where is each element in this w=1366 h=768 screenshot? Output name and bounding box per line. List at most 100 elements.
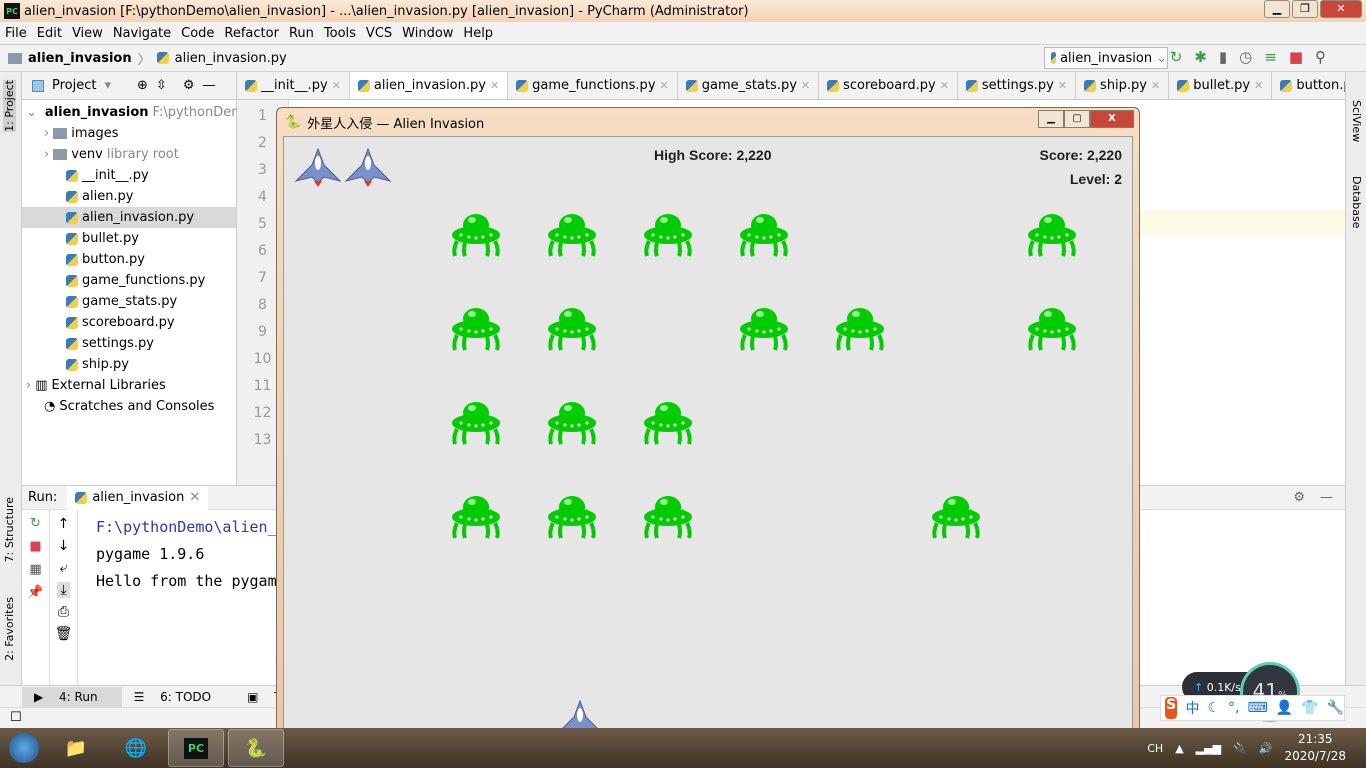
stop-icon[interactable]: ■ <box>1289 48 1303 66</box>
favorites-tool-tab[interactable]: 2: Favorites <box>3 597 16 661</box>
hide-icon[interactable]: — <box>202 78 215 93</box>
tab-game-functions-py[interactable]: game_functions.py ✕ <box>508 72 678 99</box>
wrench-icon[interactable]: 🔧 <box>1327 700 1344 716</box>
tree-item[interactable]: settings.py <box>22 333 236 354</box>
tree-item[interactable]: alien_invasion.py <box>22 207 236 228</box>
coverage-icon[interactable]: ▮ <box>1219 48 1227 66</box>
punctuation-icon[interactable]: °, <box>1228 700 1239 716</box>
hide-icon[interactable]: — <box>1320 490 1333 505</box>
tree-item[interactable]: scoreboard.py <box>22 312 236 333</box>
stop-icon[interactable]: ■ <box>29 539 41 554</box>
concurrency-icon[interactable]: ≡ <box>1264 48 1277 66</box>
collapse-icon[interactable]: ⇳ <box>156 78 167 93</box>
print-icon[interactable]: ⎙ <box>58 604 69 620</box>
maximize-button[interactable]: ❐ <box>1292 0 1318 18</box>
browser-icon[interactable]: 🌐 <box>108 729 164 767</box>
show-hidden-icons[interactable]: ▲ <box>1175 742 1183 755</box>
signal-icon[interactable]: ▂▄▆ <box>1196 742 1221 755</box>
up-icon[interactable]: ↑ <box>58 516 70 532</box>
scroll-to-end-icon[interactable]: ⤓ <box>57 582 70 598</box>
menu-tools[interactable]: Tools <box>319 26 361 41</box>
language-indicator[interactable]: CH <box>1147 742 1163 755</box>
trash-icon[interactable]: 🗑 <box>55 626 73 642</box>
database-tool-tab[interactable]: Database <box>1350 176 1363 229</box>
close-tab-icon[interactable]: ✕ <box>1151 79 1160 92</box>
project-tool-tab[interactable]: 1: Project <box>3 80 16 132</box>
debug-icon[interactable]: ✱ <box>1194 48 1207 66</box>
close-button[interactable]: ✕ <box>1320 0 1362 18</box>
skin-icon[interactable]: 👕 <box>1301 700 1318 716</box>
tree-item[interactable]: bullet.py <box>22 228 236 249</box>
menu-help[interactable]: Help <box>458 26 498 41</box>
tree-item[interactable]: › images <box>22 123 236 144</box>
run-tab[interactable]: alien_invasion ✕ <box>67 485 209 510</box>
menu-file[interactable]: File <box>0 26 32 41</box>
close-tab-icon[interactable]: ✕ <box>332 79 341 92</box>
todo-tool-tab[interactable]: ☰ 6: TODO <box>122 687 236 707</box>
tab---init---py[interactable]: __init__.py ✕ <box>237 72 350 99</box>
tree-item[interactable]: button.py <box>22 249 236 270</box>
scratches-and-consoles[interactable]: ◔ Scratches and Consoles <box>22 396 236 417</box>
breadcrumb-file[interactable]: alien_invasion.py <box>175 51 287 66</box>
game-window[interactable]: 🐍 外星人入侵 — Alien Invasion ▁ ▢ X High Score: … <box>276 107 1140 733</box>
rerun-icon[interactable]: ↻ <box>1170 48 1183 66</box>
tab-alien-invasion-py[interactable]: alien_invasion.py ✕ <box>349 72 509 99</box>
soft-wrap-icon[interactable]: ⤶ <box>60 560 68 576</box>
start-button[interactable] <box>4 729 44 767</box>
tree-item[interactable]: ship.py <box>22 354 236 375</box>
menu-edit[interactable]: Edit <box>32 26 67 41</box>
external-libraries[interactable]: › ▥ External Libraries <box>22 375 236 396</box>
menu-navigate[interactable]: Navigate <box>108 26 176 41</box>
clock[interactable]: 21:35 2020/7/28 <box>1284 731 1346 765</box>
tab-scoreboard-py[interactable]: scoreboard.py ✕ <box>819 72 958 99</box>
close-tab-icon[interactable]: ✕ <box>1254 79 1263 92</box>
close-tab-icon[interactable]: ✕ <box>940 79 949 92</box>
pin-icon[interactable]: 📌 <box>27 585 43 600</box>
gear-icon[interactable]: ⚙ <box>183 78 195 93</box>
menu-refactor[interactable]: Refactor <box>219 26 284 41</box>
game-minimize-button[interactable]: ▁ <box>1038 110 1064 128</box>
status-toggle-icon[interactable]: ☐ <box>10 710 22 725</box>
run-config-select[interactable]: alien_invasion ⌄ <box>1044 47 1168 69</box>
python-taskbar-icon[interactable]: 🐍 <box>228 729 284 767</box>
close-tab-icon[interactable]: ✕ <box>490 79 499 92</box>
explorer-icon[interactable]: 📁 <box>48 729 104 767</box>
structure-tool-tab[interactable]: 7: Structure <box>3 497 16 562</box>
sciview-tool-tab[interactable]: SciView <box>1350 100 1363 142</box>
pycharm-taskbar-icon[interactable]: PC <box>168 729 224 767</box>
layout-icon[interactable]: ▦ <box>29 562 41 577</box>
profile-icon[interactable]: ◷ <box>1239 48 1252 66</box>
user-icon[interactable]: 👤 <box>1276 700 1293 716</box>
moon-icon[interactable]: ☾ <box>1207 700 1220 716</box>
tab-bullet-py[interactable]: bullet.py ✕ <box>1169 72 1273 99</box>
locate-icon[interactable]: ⊕ <box>137 78 148 93</box>
game-maximize-button[interactable]: ▢ <box>1064 110 1090 128</box>
tab-ship-py[interactable]: ship.py ✕ <box>1076 72 1170 99</box>
tree-item[interactable]: game_stats.py <box>22 291 236 312</box>
minimize-button[interactable]: ▁ <box>1264 0 1290 18</box>
power-icon[interactable]: 🔌 <box>1233 742 1247 755</box>
close-tab-icon[interactable]: ✕ <box>660 79 669 92</box>
menu-window[interactable]: Window <box>397 26 458 41</box>
close-tab-icon[interactable]: ✕ <box>801 79 810 92</box>
game-close-button[interactable]: X <box>1090 110 1134 128</box>
menu-run[interactable]: Run <box>284 26 319 41</box>
breadcrumb-project[interactable]: alien_invasion <box>28 51 132 66</box>
tree-item[interactable]: game_functions.py <box>22 270 236 291</box>
menu-code[interactable]: Code <box>176 26 219 41</box>
tab-game-stats-py[interactable]: game_stats.py ✕ <box>678 72 820 99</box>
rerun-icon[interactable]: ↻ <box>30 516 41 531</box>
tab-settings-py[interactable]: settings.py ✕ <box>958 72 1077 99</box>
ime-toolbar[interactable]: S 中 ☾ °, ⌨ 👤 👕 🔧 <box>1160 695 1345 721</box>
keyboard-icon[interactable]: ⌨ <box>1247 700 1267 716</box>
volume-icon[interactable]: 🔊 <box>1259 742 1273 755</box>
menu-vcs[interactable]: VCS <box>361 26 397 41</box>
menu-view[interactable]: View <box>67 26 108 41</box>
close-tab-icon[interactable]: ✕ <box>1058 79 1067 92</box>
search-icon[interactable]: ⚲ <box>1315 48 1326 66</box>
ime-mode[interactable]: 中 <box>1185 698 1199 718</box>
gear-icon[interactable]: ⚙ <box>1293 490 1305 505</box>
project-view-select[interactable]: Project <box>52 78 96 93</box>
down-icon[interactable]: ↓ <box>58 538 70 554</box>
run-tool-tab[interactable]: ▶ 4: Run <box>22 686 122 707</box>
